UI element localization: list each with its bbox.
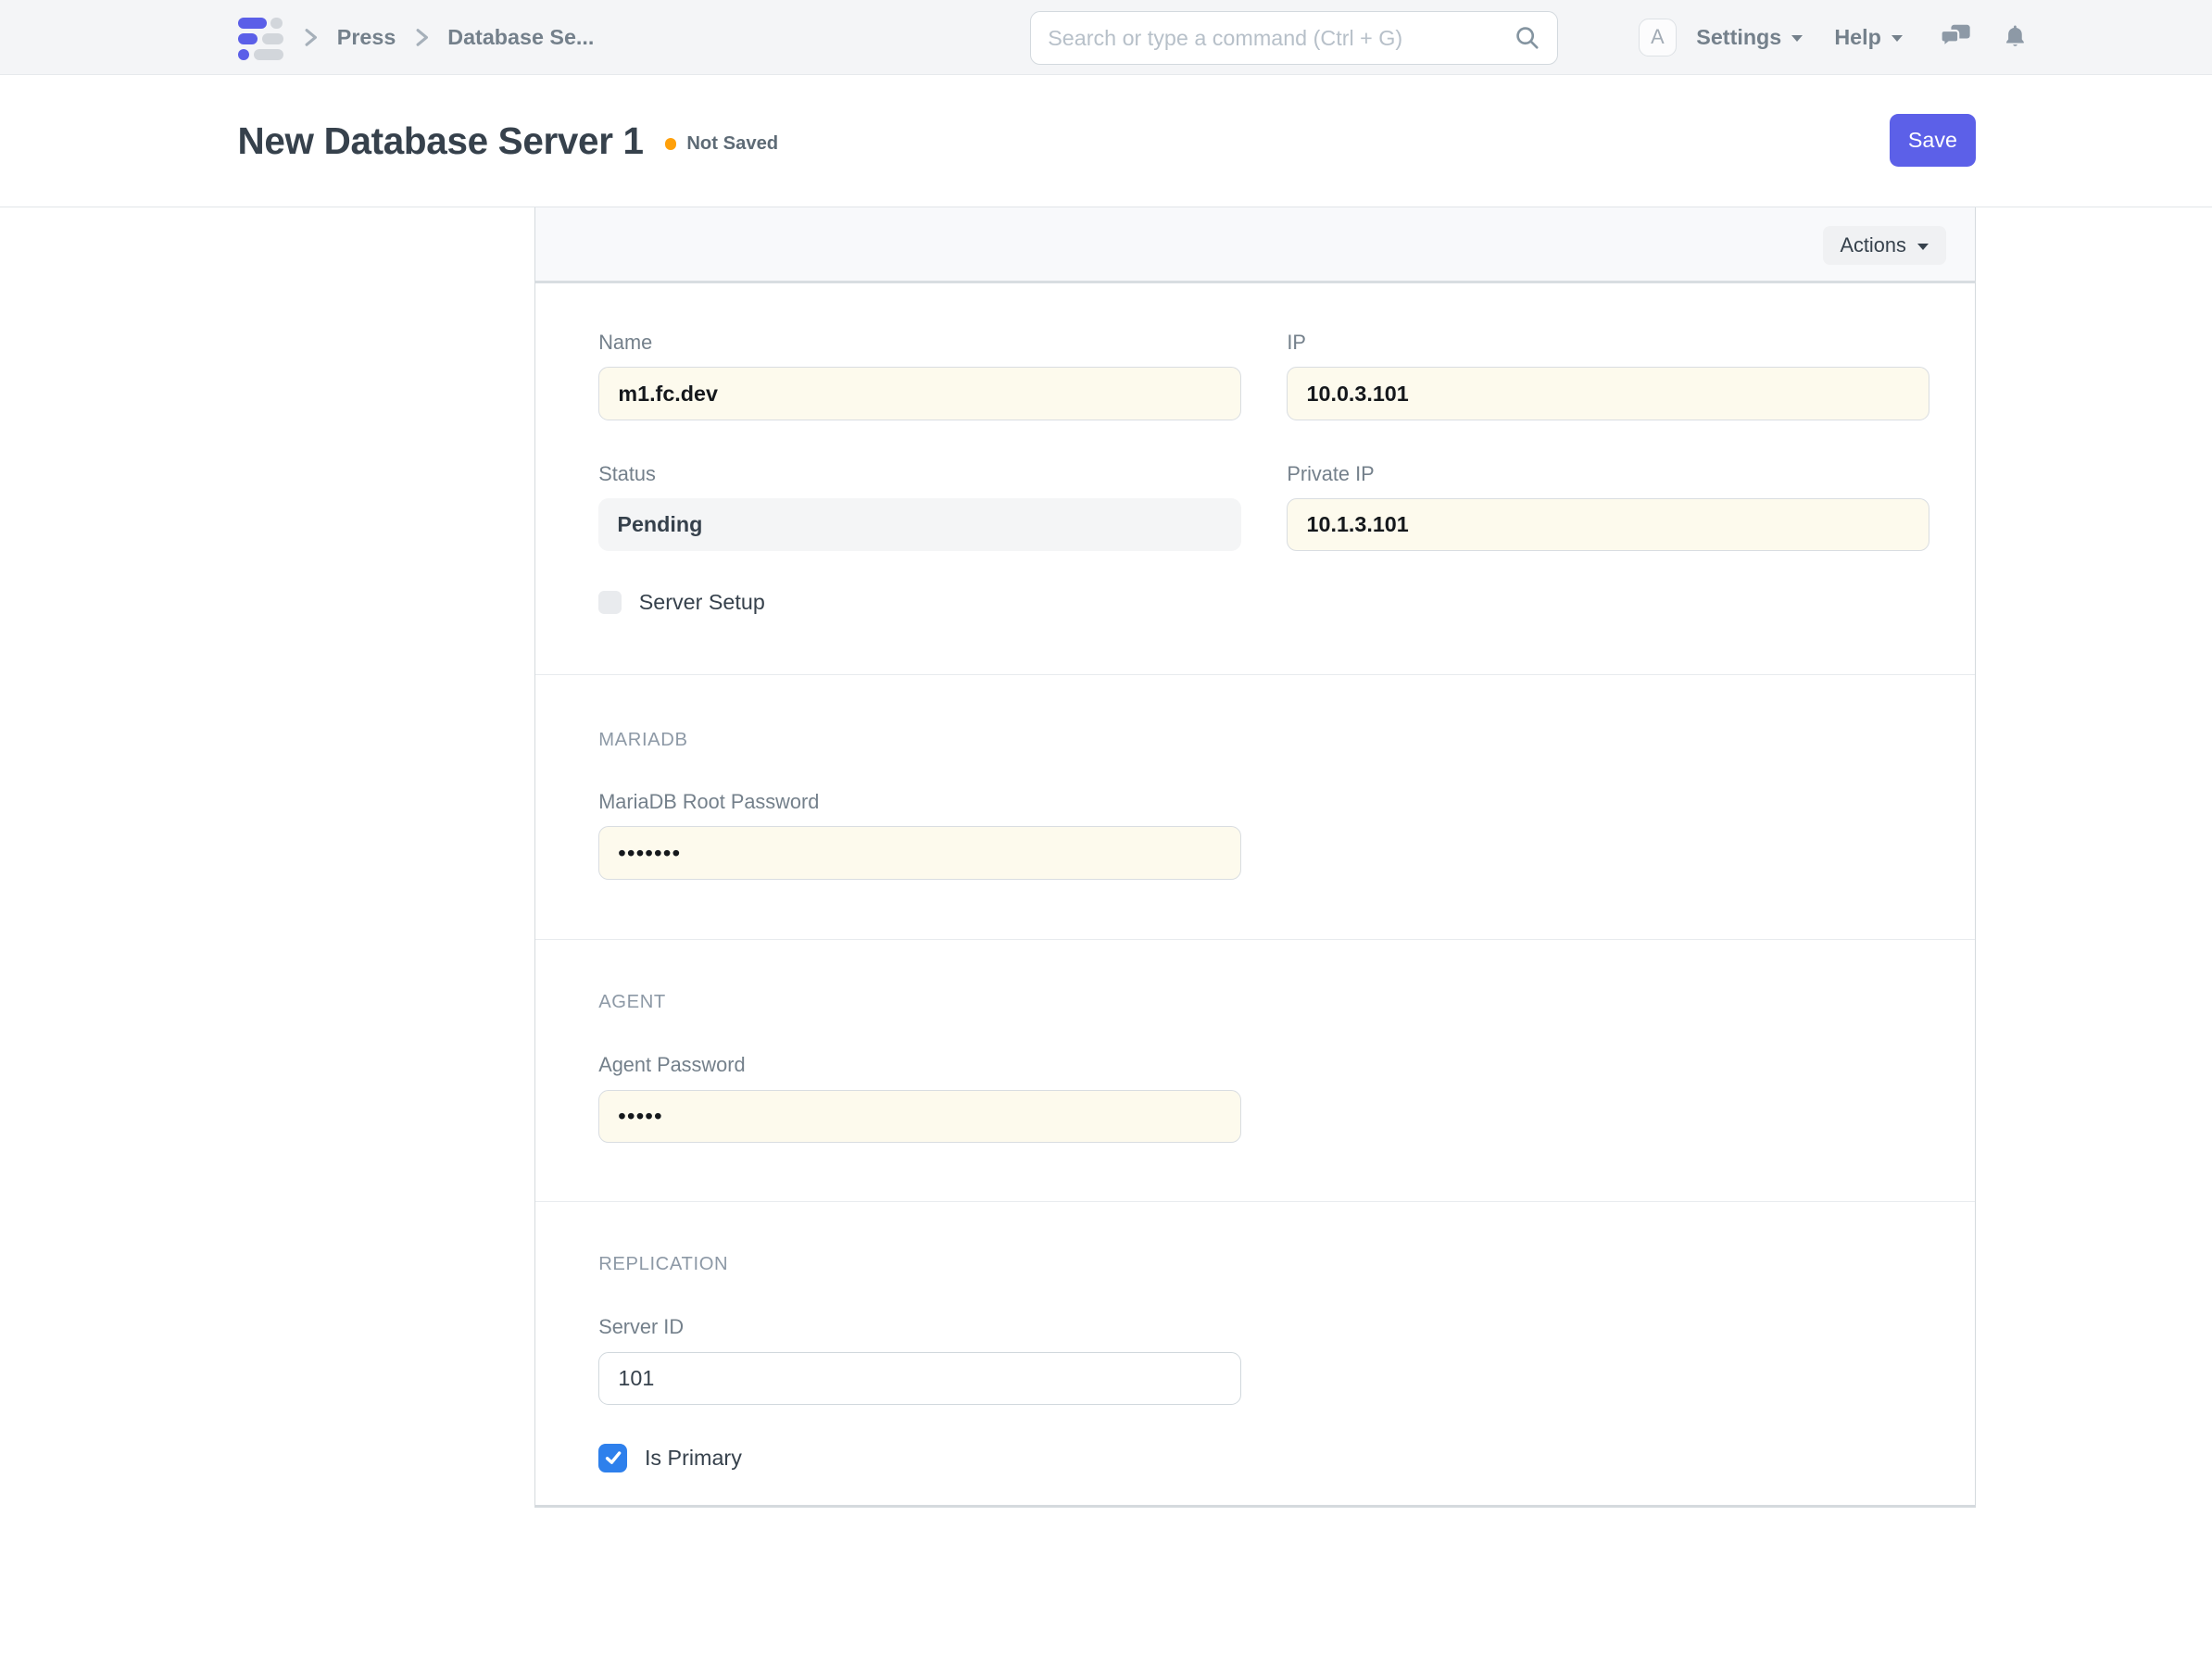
section-divider: [535, 1201, 1975, 1203]
agent-password-input[interactable]: [598, 1090, 1240, 1144]
avatar[interactable]: A: [1639, 19, 1676, 56]
form-toolbar: Actions: [535, 207, 1975, 283]
field-server-setup: Server Setup: [598, 587, 765, 618]
settings-menu[interactable]: Settings: [1696, 25, 1803, 50]
page-header: New Database Server 1 Not Saved Save: [0, 75, 2212, 207]
app-logo-icon[interactable]: [238, 16, 285, 59]
unsaved-indicator: Not Saved: [665, 133, 778, 155]
server-id-label: Server ID: [598, 1314, 1240, 1340]
server-setup-checkbox[interactable]: [598, 591, 622, 614]
field-name: Name: [598, 330, 1240, 420]
chevron-right-icon: [304, 26, 319, 49]
name-input[interactable]: [598, 367, 1240, 420]
unsaved-dot-icon: [665, 138, 676, 149]
actions-button[interactable]: Actions: [1823, 226, 1946, 265]
settings-label: Settings: [1696, 25, 1781, 50]
form-container: Actions Name IP Status Pending Private I…: [534, 207, 1976, 1508]
status-value: Pending: [598, 498, 1240, 552]
chevron-down-icon: [1791, 35, 1803, 42]
field-is-primary: Is Primary: [598, 1443, 742, 1473]
section-heading-replication: REPLICATION: [598, 1254, 728, 1275]
chevron-down-icon: [1892, 35, 1903, 42]
field-private-ip: Private IP: [1287, 461, 1929, 552]
chevron-right-icon: [415, 26, 430, 49]
chevron-down-icon: [1917, 244, 1929, 250]
search-input[interactable]: [1048, 26, 1514, 51]
page-title: New Database Server 1: [238, 119, 644, 163]
field-status: Status Pending: [598, 461, 1240, 552]
field-server-id: Server ID: [598, 1314, 1240, 1405]
field-agent-password: Agent Password: [598, 1052, 1240, 1143]
ip-label: IP: [1287, 330, 1929, 356]
save-button[interactable]: Save: [1890, 114, 1976, 168]
breadcrumb-press[interactable]: Press: [337, 25, 396, 50]
server-setup-label[interactable]: Server Setup: [639, 590, 765, 615]
unsaved-label: Not Saved: [686, 133, 778, 155]
notifications-bell-icon[interactable]: [2004, 24, 2027, 50]
name-label: Name: [598, 330, 1240, 356]
help-label: Help: [1834, 25, 1881, 50]
actions-label: Actions: [1841, 233, 1906, 257]
help-menu[interactable]: Help: [1834, 25, 1902, 50]
status-label: Status: [598, 461, 1240, 487]
private-ip-input[interactable]: [1287, 498, 1929, 552]
private-ip-label: Private IP: [1287, 461, 1929, 487]
section-divider: [535, 674, 1975, 676]
field-ip: IP: [1287, 330, 1929, 420]
breadcrumb-database-server[interactable]: Database Se...: [447, 25, 594, 50]
mariadb-root-password-input[interactable]: [598, 826, 1240, 880]
section-heading-mariadb: MARIADB: [598, 730, 687, 751]
is-primary-checkbox[interactable]: [598, 1444, 627, 1472]
search-icon[interactable]: [1514, 25, 1540, 51]
server-id-input[interactable]: [598, 1352, 1240, 1406]
navbar-right: A Settings Help: [1639, 0, 2026, 75]
is-primary-label[interactable]: Is Primary: [645, 1446, 742, 1471]
breadcrumb: Press Database Se...: [238, 0, 595, 75]
global-search: [1030, 11, 1559, 65]
section-heading-agent: AGENT: [598, 992, 666, 1013]
mariadb-root-password-label: MariaDB Root Password: [598, 789, 1240, 815]
agent-password-label: Agent Password: [598, 1052, 1240, 1078]
field-mariadb-root-password: MariaDB Root Password: [598, 789, 1240, 880]
page: Press Database Se... A Settings Help: [0, 0, 2212, 1654]
navbar: Press Database Se... A Settings Help: [0, 0, 2212, 75]
chat-icon[interactable]: [1940, 24, 1971, 50]
section-divider: [535, 939, 1975, 941]
ip-input[interactable]: [1287, 367, 1929, 420]
